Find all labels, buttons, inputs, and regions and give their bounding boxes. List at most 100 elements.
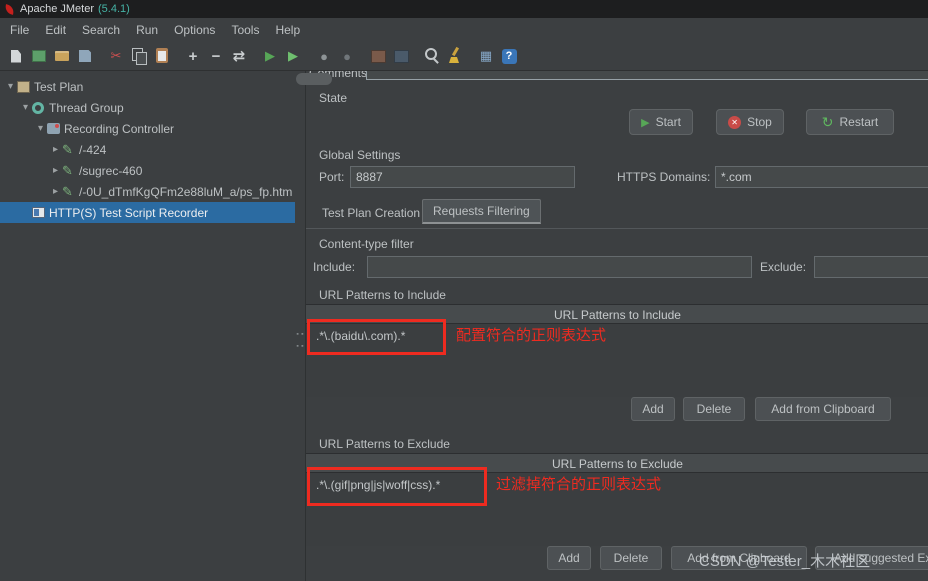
restart-button-label: Restart	[839, 115, 879, 129]
new-file-icon[interactable]	[5, 45, 27, 67]
function-helper-icon[interactable]: ▦	[475, 45, 497, 67]
sampler-pencil-icon: ✎	[62, 184, 73, 199]
chevron-expanded-icon[interactable]: ▾	[19, 102, 32, 113]
menu-help[interactable]: Help	[267, 20, 308, 40]
exclude-annotation-box	[307, 467, 487, 506]
restart-button[interactable]: ↻ Restart	[806, 109, 894, 135]
remote-shutdown-all-icon[interactable]	[390, 45, 412, 67]
save-icon[interactable]	[74, 45, 96, 67]
include-annotation-box	[307, 319, 446, 355]
icon-wrap	[32, 207, 49, 218]
jmeter-window: Apache JMeter (5.4.1) File Edit Search R…	[0, 0, 928, 581]
chevron-collapsed-icon[interactable]: ▸	[49, 144, 62, 155]
stop-button[interactable]: ✕ Stop	[716, 109, 784, 135]
tree-item-label: Thread Group	[49, 100, 124, 115]
chevron-collapsed-icon[interactable]: ▸	[49, 165, 62, 176]
exclude-add-button[interactable]: Add	[547, 546, 591, 570]
chevron-collapsed-icon[interactable]: ▸	[49, 186, 62, 197]
include-label: Include:	[313, 260, 356, 274]
tab-test-plan-creation[interactable]: Test Plan Creation	[314, 201, 428, 225]
menu-tools[interactable]: Tools	[223, 20, 267, 40]
body-area: ▾ Test Plan ▾ Thread Group ▾ Recording C…	[0, 71, 928, 581]
tab-strip-border	[306, 228, 928, 229]
comments-input[interactable]	[366, 71, 928, 80]
start-icon[interactable]: ▶	[259, 45, 281, 67]
menu-options[interactable]: Options	[166, 20, 223, 40]
icon-wrap	[17, 80, 34, 93]
start-no-timers-icon[interactable]: ▶	[282, 45, 304, 67]
tree-item-test-plan[interactable]: ▾ Test Plan	[0, 76, 295, 97]
tree-item-label: /-424	[79, 142, 107, 157]
toolbar: ✂ + − ⇄ ▶ ▶ ● ● ▦ ?	[0, 42, 928, 71]
menu-search[interactable]: Search	[74, 20, 128, 40]
delete-label: Delete	[696, 402, 732, 416]
delete-label: Delete	[613, 551, 649, 565]
content-type-filter-label: Content-type filter	[319, 237, 414, 251]
stop-button-label: Stop	[747, 115, 772, 129]
chevron-expanded-icon[interactable]: ▾	[34, 123, 47, 134]
scrollbar-thumb[interactable]	[296, 73, 332, 85]
templates-icon[interactable]	[28, 45, 50, 67]
tree-item-sampler[interactable]: ▸ ✎ /-0U_dTmfKgQFm2e88luM_a/ps_fp.htm	[0, 181, 295, 202]
global-settings-label: Global Settings	[319, 148, 401, 162]
csdn-watermark: CSDN @Tester_木木社区	[699, 553, 871, 570]
clear-all-icon[interactable]	[444, 45, 466, 67]
url-patterns-exclude-section-label: URL Patterns to Exclude	[319, 437, 450, 451]
add-from-clipboard-label: Add from Clipboard	[771, 402, 875, 416]
start-button[interactable]: ▶ Start	[629, 109, 693, 135]
shutdown-icon[interactable]: ●	[336, 45, 358, 67]
search-icon[interactable]	[421, 45, 443, 67]
toggle-icon[interactable]: ⇄	[228, 45, 250, 67]
collapse-all-icon[interactable]: −	[205, 45, 227, 67]
recorder-panel: Comments: State ▶ Start ✕ Stop ↻ Restart…	[305, 71, 928, 581]
tree-item-label: Recording Controller	[64, 121, 175, 136]
stop-icon[interactable]: ●	[313, 45, 335, 67]
tree-item-http-test-script-recorder[interactable]: HTTP(S) Test Script Recorder	[0, 202, 295, 223]
script-recorder-icon	[32, 207, 45, 218]
test-plan-icon	[17, 80, 30, 93]
menu-bar: File Edit Search Run Options Tools Help	[0, 18, 928, 42]
url-patterns-include-section-label: URL Patterns to Include	[319, 288, 446, 302]
tree-item-label: HTTP(S) Test Script Recorder	[49, 205, 209, 220]
tree-item-label: Test Plan	[34, 79, 84, 94]
tree-item-thread-group[interactable]: ▾ Thread Group	[0, 97, 295, 118]
port-input[interactable]	[350, 166, 575, 188]
tab-requests-filtering[interactable]: Requests Filtering	[422, 199, 541, 224]
cut-icon[interactable]: ✂	[105, 45, 127, 67]
title-bar: Apache JMeter (5.4.1)	[0, 0, 928, 18]
jmeter-logo-icon	[4, 3, 15, 15]
include-add-button[interactable]: Add	[631, 397, 675, 421]
tree-item-sampler[interactable]: ▸ ✎ /-424	[0, 139, 295, 160]
tree-item-label: /sugrec-460	[79, 163, 143, 178]
sampler-pencil-icon: ✎	[62, 142, 73, 157]
https-domains-input[interactable]	[715, 166, 928, 188]
icon-wrap	[32, 101, 49, 114]
tree-item-sampler[interactable]: ▸ ✎ /sugrec-460	[0, 160, 295, 181]
paste-icon[interactable]	[151, 45, 173, 67]
port-label: Port:	[319, 170, 345, 184]
exclude-annotation-text: 过滤掉符合的正则表达式	[496, 476, 662, 493]
start-triangle-icon: ▶	[641, 116, 650, 129]
open-file-icon[interactable]	[51, 45, 73, 67]
menu-run[interactable]: Run	[128, 20, 166, 40]
copy-icon[interactable]	[128, 45, 150, 67]
stop-circle-icon: ✕	[728, 115, 742, 129]
exclude-label: Exclude:	[760, 260, 807, 274]
include-add-from-clipboard-button[interactable]: Add from Clipboard	[755, 397, 891, 421]
chevron-expanded-icon[interactable]: ▾	[4, 81, 17, 92]
window-title-version: (5.4.1)	[97, 3, 130, 15]
exclude-delete-button[interactable]: Delete	[600, 546, 662, 570]
tree-item-label: /-0U_dTmfKgQFm2e88luM_a/ps_fp.htm	[79, 184, 293, 199]
menu-file[interactable]: File	[2, 20, 37, 40]
help-icon[interactable]: ?	[498, 45, 520, 67]
test-plan-tree: ▾ Test Plan ▾ Thread Group ▾ Recording C…	[0, 71, 295, 581]
menu-edit[interactable]: Edit	[37, 20, 74, 40]
include-input[interactable]	[367, 256, 752, 278]
include-annotation-text: 配置符合的正则表达式	[456, 327, 607, 344]
include-delete-button[interactable]: Delete	[683, 397, 745, 421]
tree-item-recording-controller[interactable]: ▾ Recording Controller	[0, 118, 295, 139]
https-domains-label: HTTPS Domains:	[617, 170, 711, 184]
remote-start-all-icon[interactable]	[367, 45, 389, 67]
exclude-input[interactable]	[814, 256, 928, 278]
expand-all-icon[interactable]: +	[182, 45, 204, 67]
